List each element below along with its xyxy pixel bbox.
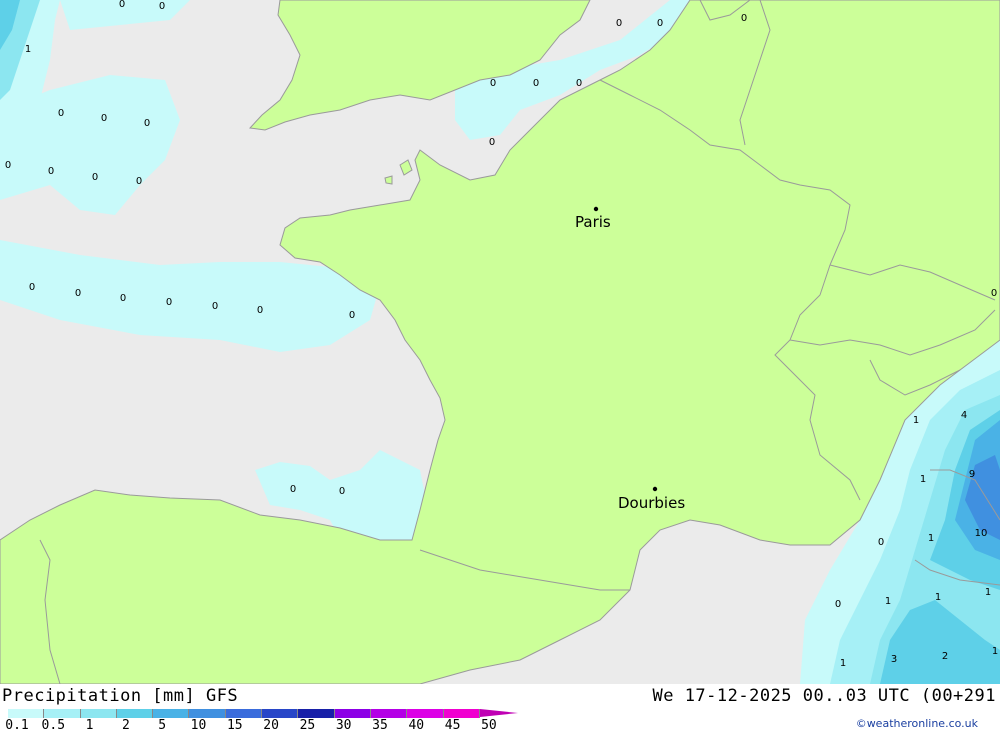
- paris-marker: [593, 206, 599, 212]
- legend-label: 35: [372, 718, 388, 733]
- value-label: 0: [533, 78, 539, 89]
- value-label: 0: [741, 13, 747, 24]
- value-label: 1: [935, 592, 941, 603]
- value-label: 0: [5, 160, 11, 171]
- legend-swatch: [370, 709, 408, 718]
- legend-label: 10: [190, 718, 207, 733]
- legend-arrow: [479, 709, 518, 717]
- legend-label: 20: [263, 718, 279, 733]
- value-label: 0: [991, 288, 997, 299]
- legend-labels: 0.1 0.5 1 2 5 10 15 20 25 30 35 40 45 50: [0, 718, 520, 733]
- legend-swatch: [80, 709, 117, 718]
- legend-label: 1: [85, 718, 94, 733]
- value-label: 1: [992, 646, 998, 657]
- legend-swatch: [407, 709, 444, 718]
- value-label: 2: [942, 651, 948, 662]
- value-label: 0: [878, 537, 884, 548]
- color-legend: [8, 709, 518, 718]
- legend-label: 0.1: [5, 718, 29, 733]
- value-label: 0: [29, 282, 35, 293]
- legend-label: 25: [299, 718, 316, 733]
- value-label: 4: [961, 410, 967, 421]
- forecast-timestamp: We 17-12-2025 00..03 UTC (00+291: [652, 686, 996, 706]
- value-label: 0: [576, 78, 582, 89]
- legend-swatch: [334, 709, 371, 718]
- value-label: 0: [119, 0, 125, 10]
- value-label: 9: [969, 469, 975, 480]
- value-label: 0: [58, 108, 64, 119]
- map-footer: Precipitation [mm] GFS We 17-12-2025 00.…: [0, 684, 1000, 733]
- value-label: 1: [928, 533, 934, 544]
- legend-swatch: [8, 709, 45, 718]
- site-credit: ©weatheronline.co.uk: [855, 717, 978, 730]
- legend-swatch: [44, 709, 81, 718]
- value-label: 3: [891, 654, 897, 665]
- map-canvas: Paris Dourbies 0 0 1 0 0 0 0 0 0 0 0 0 0…: [0, 0, 1000, 684]
- value-label: 0: [166, 297, 172, 308]
- value-label: 0: [349, 310, 355, 321]
- map-title: Precipitation [mm] GFS: [2, 686, 239, 706]
- value-label: 0: [339, 486, 345, 497]
- legend-swatch: [153, 709, 190, 718]
- value-label: 0: [212, 301, 218, 312]
- legend-swatch: [116, 709, 154, 718]
- legend-swatch: [443, 709, 480, 718]
- value-label: 1: [885, 596, 891, 607]
- legend-swatch: [298, 709, 335, 718]
- legend-label: 50: [481, 718, 497, 733]
- legend-swatch: [225, 709, 263, 718]
- legend-label: 40: [408, 718, 425, 733]
- value-label: 0: [101, 113, 107, 124]
- legend-label: 2: [121, 718, 130, 733]
- value-label: 1: [985, 587, 991, 598]
- value-label: 1: [920, 474, 926, 485]
- value-label: 1: [840, 658, 846, 669]
- value-label: 1: [25, 44, 31, 55]
- city-label-dourbies: Dourbies: [618, 494, 685, 512]
- value-label: 0: [120, 293, 126, 304]
- legend-swatch: [189, 709, 226, 718]
- value-label: 0: [490, 78, 496, 89]
- precipitation-map: Paris Dourbies 0 0 1 0 0 0 0 0 0 0 0 0 0…: [0, 0, 1000, 684]
- legend-label: 15: [226, 718, 243, 733]
- value-label: 0: [144, 118, 150, 129]
- value-label: 0: [657, 18, 663, 29]
- value-label: 0: [75, 288, 81, 299]
- value-label: 0: [92, 172, 98, 183]
- value-label: 0: [489, 137, 495, 148]
- legend-label: 45: [444, 718, 461, 733]
- legend-label: 5: [158, 718, 167, 733]
- value-label: 10: [975, 528, 988, 539]
- value-label: 0: [159, 1, 165, 12]
- legend-label: 30: [335, 718, 352, 733]
- city-label-paris: Paris: [575, 213, 611, 231]
- value-label: 0: [616, 18, 622, 29]
- dourbies-marker: [652, 486, 658, 492]
- value-label: 0: [136, 176, 142, 187]
- legend-swatch: [262, 709, 299, 718]
- legend-label: 0.5: [41, 718, 66, 733]
- value-label: 0: [835, 599, 841, 610]
- value-label: 0: [48, 166, 54, 177]
- value-label: 0: [257, 305, 263, 316]
- value-label: 1: [913, 415, 919, 426]
- value-label: 0: [290, 484, 296, 495]
